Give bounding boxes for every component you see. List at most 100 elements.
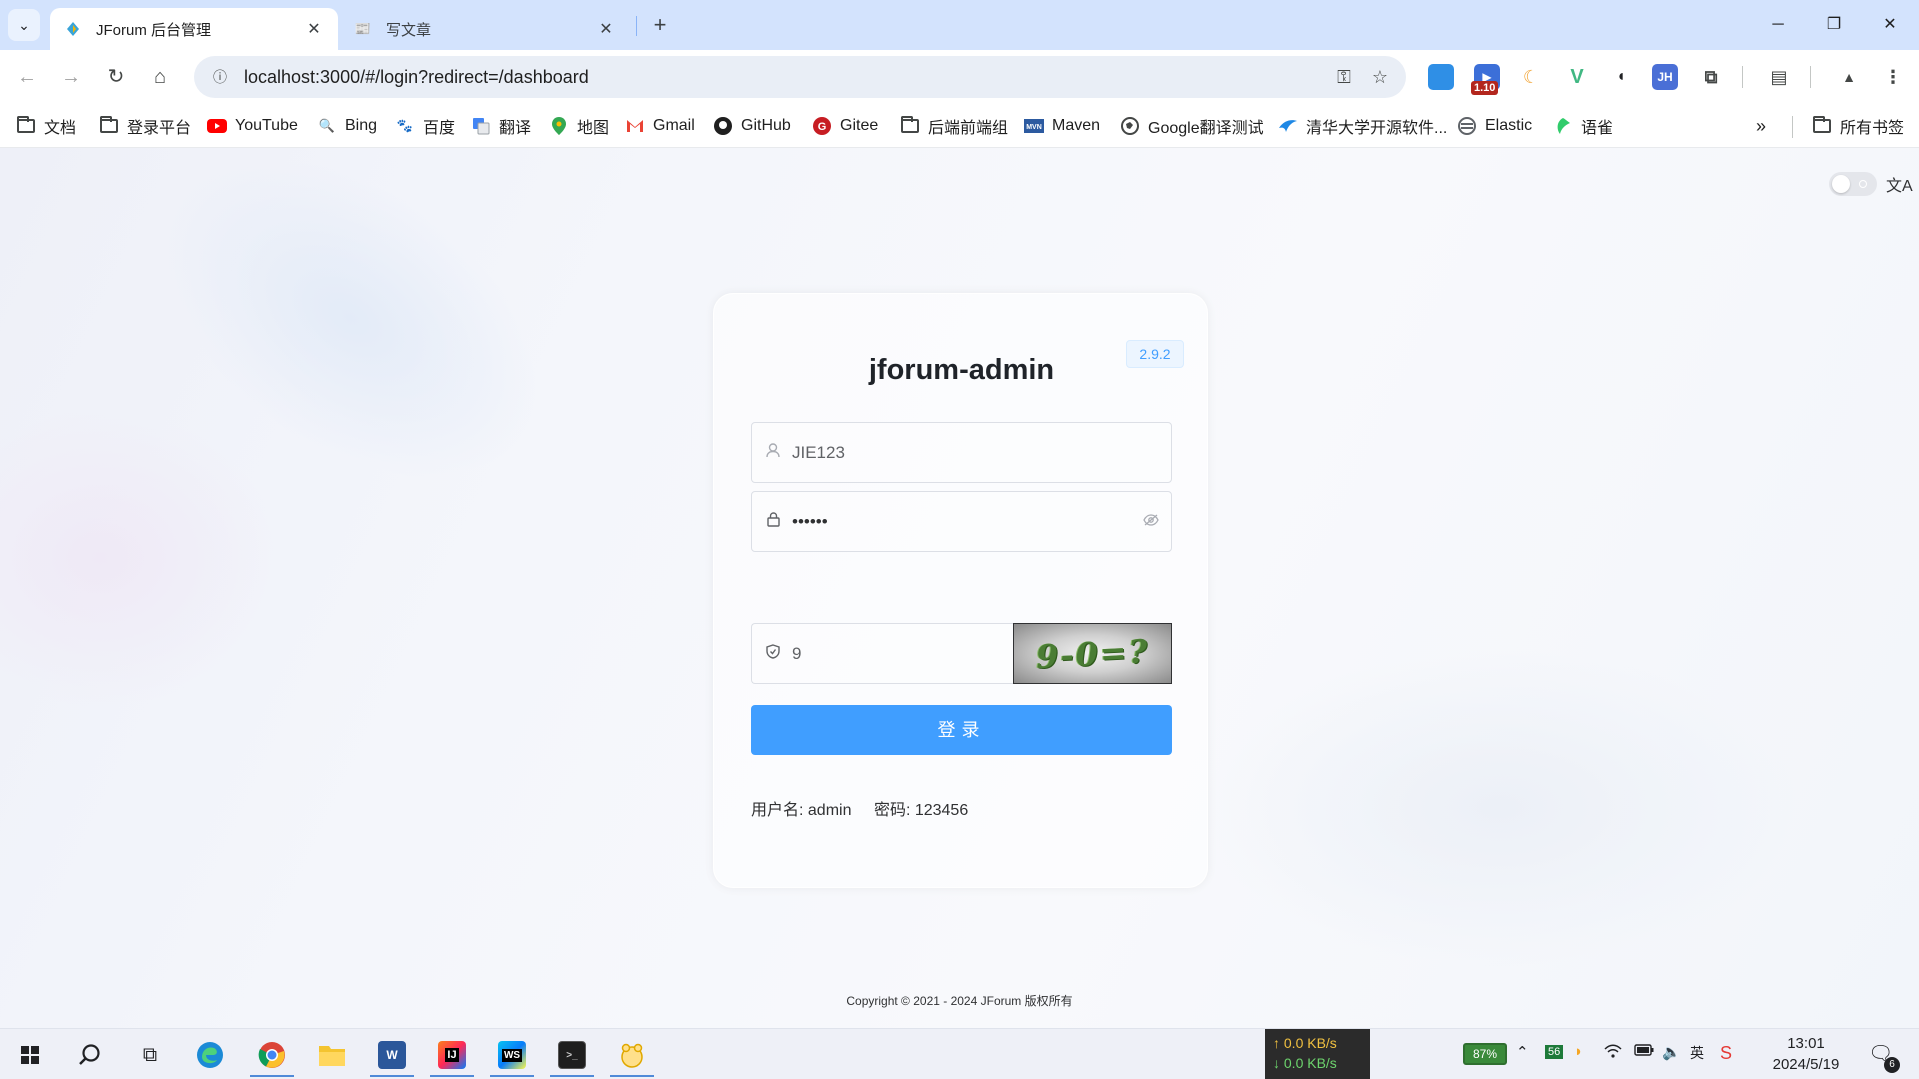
- more-bookmarks-button[interactable]: »: [1756, 114, 1766, 138]
- key-icon[interactable]: ⚿: [1326, 67, 1362, 88]
- bookmark-label: Maven: [1052, 117, 1101, 134]
- upload-speed: ↑ 0.0 KB/s: [1273, 1035, 1337, 1051]
- tray-app-badge[interactable]: 56: [1545, 1045, 1564, 1059]
- tab-search-button[interactable]: ⌄: [8, 9, 40, 41]
- lock-icon: [754, 512, 792, 531]
- input-method-icon[interactable]: 英: [1690, 1043, 1704, 1063]
- bookmark-bing[interactable]: 🔍 Bing: [317, 114, 377, 138]
- taskbar-edge[interactable]: [186, 1033, 234, 1077]
- svg-text:G: G: [818, 121, 827, 133]
- language-switch-icon[interactable]: 文A: [1886, 172, 1913, 196]
- new-tab-button[interactable]: +: [646, 12, 674, 40]
- close-icon[interactable]: ✕: [304, 19, 324, 39]
- tray-app-icon[interactable]: ◗: [1574, 1043, 1583, 1060]
- url-text[interactable]: localhost:3000/#/login?redirect=/dashboa…: [244, 67, 1326, 88]
- taskbar-file-explorer[interactable]: [308, 1033, 356, 1077]
- tab-title: JForum 后台管理: [96, 21, 212, 39]
- bookmark-login-platform[interactable]: 登录平台: [99, 114, 191, 138]
- extension-cloud-icon[interactable]: [1428, 64, 1454, 90]
- restore-button[interactable]: ❐: [1806, 8, 1862, 42]
- bookmark-label: GitHub: [741, 117, 791, 134]
- time-text: 13:01: [1787, 1035, 1825, 1052]
- toolbar-separator: [1810, 66, 1811, 88]
- bookmark-docs[interactable]: 文档: [16, 114, 76, 138]
- bookmark-backend-frontend[interactable]: 后端前端组: [900, 114, 1008, 138]
- reading-list-icon[interactable]: ▤: [1766, 64, 1792, 90]
- bookmark-maven[interactable]: MVN Maven: [1024, 114, 1100, 138]
- captcha-text: 9-0=?: [1034, 631, 1151, 676]
- version-badge: 2.9.2: [1126, 340, 1184, 368]
- wifi-icon[interactable]: [1604, 1043, 1622, 1063]
- battery-indicator[interactable]: 87%: [1463, 1043, 1507, 1065]
- captcha-image[interactable]: 9-0=?: [1013, 623, 1172, 684]
- profile-avatar-icon[interactable]: ▲: [1836, 64, 1862, 90]
- taskbar-intellij[interactable]: IJ: [428, 1033, 476, 1077]
- baidu-icon: 🐾: [396, 118, 414, 133]
- taskbar-navicat[interactable]: [608, 1033, 656, 1077]
- close-icon[interactable]: ✕: [596, 19, 616, 39]
- bookmark-baidu[interactable]: 🐾 百度: [395, 114, 455, 138]
- site-info-icon[interactable]: ⓘ: [202, 67, 238, 87]
- captcha-field[interactable]: 9: [751, 623, 1013, 684]
- tab-jforum-admin[interactable]: JForum 后台管理 ✕: [50, 8, 338, 50]
- reload-button[interactable]: ↻: [99, 60, 133, 94]
- bookmark-tuna-mirror[interactable]: 清华大学开源软件...: [1278, 114, 1447, 138]
- back-button[interactable]: ←: [10, 60, 44, 94]
- github-icon: [713, 117, 733, 135]
- username-input[interactable]: JIE123: [792, 443, 1171, 463]
- copyright-footer: Copyright © 2021 - 2024 JForum 版权所有: [846, 994, 1073, 1008]
- volume-icon[interactable]: 🔈: [1662, 1043, 1681, 1061]
- windows-taskbar: ⧉ W IJ WS >_ ↑ 0.0 KB/s ↓ 0.0 KB/s 87% ⌃…: [0, 1028, 1919, 1079]
- chevron-down-icon: ⌄: [18, 16, 30, 33]
- address-bar[interactable]: ⓘ localhost:3000/#/login?redirect=/dashb…: [194, 56, 1406, 98]
- home-button[interactable]: ⌂: [143, 60, 177, 94]
- login-page: 文A jforum-admin 2.9.2 JIE123 •••••• 9 9-…: [0, 148, 1919, 1028]
- username-field[interactable]: JIE123: [751, 422, 1172, 483]
- taskbar-webstorm[interactable]: WS: [488, 1033, 536, 1077]
- forward-button[interactable]: →: [54, 60, 88, 94]
- login-button[interactable]: 登录: [751, 705, 1172, 755]
- webstorm-icon: WS: [498, 1041, 526, 1069]
- bookmark-maps[interactable]: 地图: [549, 114, 609, 138]
- battery-icon[interactable]: [1634, 1043, 1654, 1060]
- bookmark-elastic[interactable]: Elastic: [1457, 114, 1532, 138]
- bookmark-label: Bing: [345, 117, 378, 134]
- taskbar-word[interactable]: W: [368, 1033, 416, 1077]
- dark-mode-icon[interactable]: ◖: [1608, 64, 1634, 90]
- taskbar-chrome[interactable]: [248, 1033, 296, 1077]
- bookmark-translate[interactable]: 翻译: [471, 114, 531, 138]
- password-input[interactable]: ••••••: [792, 512, 1131, 532]
- bookmark-gmail[interactable]: Gmail: [625, 114, 695, 138]
- bookmark-label: Elastic: [1485, 117, 1533, 134]
- extension-moon-icon[interactable]: ☾: [1518, 64, 1544, 90]
- bookmark-label: 语雀: [1581, 120, 1614, 137]
- minimize-button[interactable]: ─: [1750, 8, 1806, 42]
- menu-kebab-icon[interactable]: ⋮: [1880, 64, 1906, 90]
- bookmark-yuque[interactable]: 语雀: [1553, 114, 1613, 138]
- windows-start-button[interactable]: [6, 1033, 54, 1077]
- taskbar-terminal[interactable]: >_: [548, 1033, 596, 1077]
- task-view-button[interactable]: ⧉: [126, 1033, 174, 1077]
- folder-icon: [1812, 116, 1832, 135]
- vue-devtools-icon[interactable]: V: [1564, 64, 1590, 90]
- all-bookmarks-button[interactable]: 所有书签: [1812, 114, 1904, 138]
- system-clock[interactable]: 13:01 2024/5/19: [1760, 1033, 1852, 1075]
- tray-s-app-icon[interactable]: S: [1720, 1043, 1732, 1064]
- bookmark-github[interactable]: GitHub: [713, 114, 791, 138]
- bookmark-label: Google翻译测试: [1148, 120, 1264, 137]
- bookmark-google-translate-test[interactable]: Google翻译测试: [1120, 114, 1264, 138]
- bookmark-gitee[interactable]: G Gitee: [812, 114, 878, 138]
- bookmark-youtube[interactable]: YouTube: [207, 114, 298, 138]
- search-button[interactable]: [66, 1033, 114, 1077]
- password-field[interactable]: ••••••: [751, 491, 1172, 552]
- translate-icon: [471, 117, 491, 135]
- eye-hidden-icon[interactable]: [1131, 513, 1171, 530]
- extension-jh-icon[interactable]: JH: [1652, 64, 1678, 90]
- captcha-input[interactable]: 9: [792, 644, 801, 664]
- show-hidden-icons-chevron-icon[interactable]: ⌃: [1516, 1043, 1529, 1061]
- theme-toggle-switch[interactable]: [1829, 172, 1877, 196]
- extensions-puzzle-icon[interactable]: ⧉: [1698, 64, 1724, 90]
- tab-write-article[interactable]: 📰 写文章 ✕: [340, 8, 630, 50]
- star-icon[interactable]: ☆: [1362, 67, 1398, 88]
- close-window-button[interactable]: ✕: [1862, 8, 1918, 42]
